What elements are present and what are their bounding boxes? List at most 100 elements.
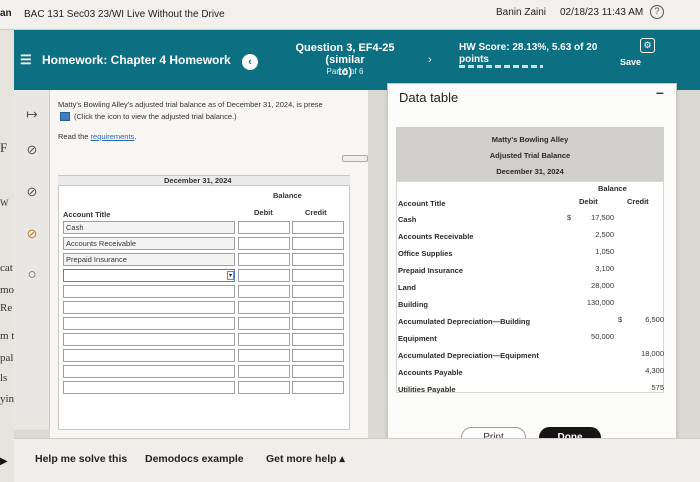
save-button[interactable]: Save xyxy=(620,59,641,66)
debit-input[interactable] xyxy=(238,221,290,234)
homework-title: Homework: Chapter 4 Homework xyxy=(42,53,231,67)
debit-input[interactable] xyxy=(238,285,290,298)
margin-fragment: cat xyxy=(0,262,13,274)
account-cell[interactable] xyxy=(63,333,235,346)
credit-value: 575 xyxy=(651,383,664,392)
debit-input[interactable] xyxy=(238,253,290,266)
table-icon[interactable] xyxy=(60,112,70,121)
trial-balance-body xyxy=(396,181,664,393)
credit-input[interactable] xyxy=(292,269,344,282)
account-title: Building xyxy=(398,300,428,309)
bottom-bar: Help me solve this Demodocs example Get … xyxy=(14,438,700,482)
credit-input[interactable] xyxy=(292,381,344,394)
account-title: Equipment xyxy=(398,334,437,343)
partial-credit-icon[interactable]: ⊘ xyxy=(14,142,50,158)
account-select[interactable] xyxy=(63,269,235,282)
margin-fragment: F xyxy=(0,140,8,155)
credit-input[interactable] xyxy=(292,365,344,378)
margin-fragment: Re xyxy=(0,302,13,314)
statement-name: Adjusted Trial Balance xyxy=(489,151,571,160)
debit-value: 1,050 xyxy=(595,247,614,256)
dropdown-arrow-icon[interactable]: ▾ xyxy=(227,271,234,280)
data-table-title: Data table xyxy=(399,90,459,105)
account-cell[interactable]: Cash xyxy=(63,221,235,234)
credit-input[interactable] xyxy=(292,301,344,314)
debit-input[interactable] xyxy=(238,317,290,330)
col-debit: Debit xyxy=(579,197,598,206)
debit-input[interactable] xyxy=(238,349,290,362)
debit-value: 50,000 xyxy=(591,332,614,341)
score-progress-marker xyxy=(459,65,543,68)
margin-fragment: mo xyxy=(0,284,15,296)
account-title: Accumulated Depreciation—Building xyxy=(398,317,531,326)
debit-value: 28,000 xyxy=(591,281,614,290)
question-part: Part 5 of 6 xyxy=(326,67,364,76)
credit-input[interactable] xyxy=(292,333,344,346)
account-cell[interactable] xyxy=(63,381,235,394)
worksheet-col-debit: Debit xyxy=(254,208,273,217)
account-title: Accounts Receivable xyxy=(398,232,474,241)
read-prefix: Read the xyxy=(58,132,91,141)
top-bar: an BAC 131 Sec03 23/WI Live Without the … xyxy=(0,0,700,30)
background-page-edge xyxy=(0,0,14,482)
credit-input[interactable] xyxy=(292,285,344,298)
requirements-link[interactable]: requirements xyxy=(91,132,135,141)
credit-input[interactable] xyxy=(292,349,344,362)
menu-icon[interactable]: ☰ xyxy=(20,52,32,68)
debit-value: 2,500 xyxy=(595,230,614,239)
credit-value: 18,000 xyxy=(641,349,664,358)
account-title: Accumulated Depreciation—Equipment xyxy=(398,351,539,360)
account-cell[interactable] xyxy=(63,285,235,298)
credit-input[interactable] xyxy=(292,237,344,250)
account-title: Prepaid Insurance xyxy=(398,266,464,275)
partial-credit-icon[interactable]: ⊘ xyxy=(14,184,50,200)
worksheet-col-credit: Credit xyxy=(305,208,327,217)
collapse-arrow-icon[interactable]: ↦ xyxy=(14,106,50,123)
worksheet-balance-header: Balance xyxy=(273,191,302,200)
account-title: Cash xyxy=(398,215,417,224)
account-cell[interactable] xyxy=(63,365,235,378)
next-question-icon[interactable]: › xyxy=(428,54,432,66)
credit-input[interactable] xyxy=(292,317,344,330)
debit-input[interactable] xyxy=(238,365,290,378)
margin-fragment: ls xyxy=(0,372,8,384)
expand-handle[interactable] xyxy=(342,155,368,162)
demodocs-button[interactable]: Demodocs example xyxy=(145,453,244,465)
help-me-solve-button[interactable]: Help me solve this xyxy=(35,453,127,465)
col-account-title: Account Title xyxy=(398,199,446,208)
account-title: Accounts Payable xyxy=(398,368,463,377)
account-cell[interactable]: Accounts Receivable xyxy=(63,237,235,250)
hw-score-line1: HW Score: 28.13%, 5.63 of 20 xyxy=(459,42,598,53)
account-title: Land xyxy=(398,283,416,292)
credit-input[interactable] xyxy=(292,253,344,266)
prev-question-button[interactable]: ‹ xyxy=(242,54,258,70)
debit-input[interactable] xyxy=(238,301,290,314)
read-requirements: Read the requirements. xyxy=(58,132,136,141)
margin-fragment: pal xyxy=(0,352,14,364)
hw-score: HW Score: 28.13%, 5.63 of 20 points xyxy=(459,42,597,66)
account-cell[interactable] xyxy=(63,317,235,330)
incomplete-circle-icon[interactable]: ○ xyxy=(14,266,50,283)
account-cell[interactable] xyxy=(63,301,235,314)
help-icon[interactable]: ? xyxy=(650,5,664,19)
settings-icon[interactable]: ⚙ xyxy=(640,38,655,53)
partial-credit-icon[interactable]: ⊘ xyxy=(14,226,50,242)
minimize-icon[interactable]: – xyxy=(656,84,664,100)
read-suffix: . xyxy=(134,132,137,141)
debit-input[interactable] xyxy=(238,333,290,346)
account-cell[interactable]: Prepaid Insurance xyxy=(63,253,235,266)
debit-value: 3,100 xyxy=(595,264,614,273)
click-icon-instruction: (Click the icon to view the adjusted tri… xyxy=(74,112,237,121)
debit-input[interactable] xyxy=(238,237,290,250)
course-title: BAC 131 Sec03 23/WI Live Without the Dri… xyxy=(24,9,225,20)
account-title: Utilities Payable xyxy=(398,385,456,394)
get-more-help-button[interactable]: Get more help ▴ xyxy=(266,453,345,465)
credit-input[interactable] xyxy=(292,221,344,234)
user-name: Banin Zaini xyxy=(496,7,547,18)
margin-fragment: W xyxy=(0,198,9,208)
debit-input[interactable] xyxy=(238,269,290,282)
left-fragment: an xyxy=(0,8,12,19)
statement-date: December 31, 2024 xyxy=(496,167,564,176)
debit-input[interactable] xyxy=(238,381,290,394)
account-cell[interactable] xyxy=(63,349,235,362)
